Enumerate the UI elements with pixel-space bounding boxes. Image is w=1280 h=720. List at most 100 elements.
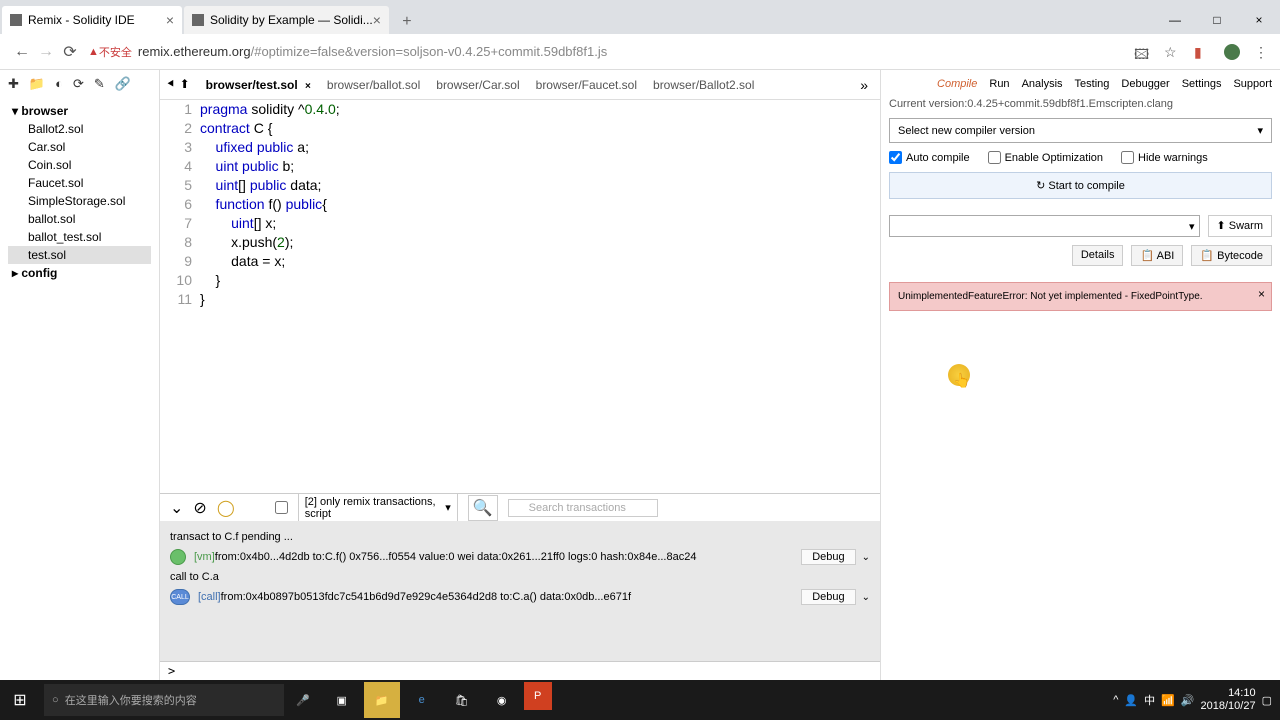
start-compile-button[interactable]: ↻ Start to compile [889, 172, 1272, 199]
close-icon[interactable]: × [373, 12, 381, 28]
tab-support[interactable]: Support [1233, 78, 1272, 90]
tab-settings[interactable]: Settings [1182, 78, 1222, 90]
file-tab[interactable]: browser/Car.sol [428, 74, 527, 96]
auto-compile-checkbox[interactable]: Auto compile [889, 151, 970, 164]
github-icon[interactable]: ◐ [55, 76, 63, 92]
transaction-row[interactable]: CALL [call] from:0x4b0897b0513fdc7c541b6… [170, 589, 870, 605]
tree-file[interactable]: Coin.sol [8, 156, 151, 174]
tree-file[interactable]: Faucet.sol [8, 174, 151, 192]
transaction-row[interactable]: [vm] from:0x4b0...4d2db to:C.f() 0x756..… [170, 549, 870, 565]
close-icon[interactable]: × [305, 81, 311, 92]
compile-error[interactable]: UnimplementedFeatureError: Not yet imple… [889, 282, 1272, 311]
edge-icon[interactable]: e [404, 682, 440, 718]
tree-file[interactable]: ballot.sol [8, 210, 151, 228]
hide-warnings-checkbox[interactable]: Hide warnings [1121, 151, 1208, 164]
tree-file[interactable]: test.sol [8, 246, 151, 264]
compiler-select[interactable]: Select new compiler version▾ [889, 118, 1272, 143]
file-tab[interactable]: browser/Ballot2.sol [645, 74, 762, 96]
star-icon[interactable]: ☆ [1164, 44, 1180, 60]
publish-icon[interactable]: ⬆ [180, 77, 190, 92]
notifications-icon[interactable]: ▢ [1262, 694, 1272, 707]
browser-tab-docs[interactable]: Solidity by Example — Solidi... × [184, 6, 389, 34]
swarm-button[interactable]: ⬆ Swarm [1208, 215, 1273, 237]
file-explorer: ✚ 📁 ◐ ⟳ ✎ 🔗 ▾ browser Ballot2.sol Car.so… [0, 70, 160, 680]
browser-tab-remix[interactable]: Remix - Solidity IDE × [2, 6, 182, 34]
maximize-button[interactable]: □ [1196, 6, 1238, 34]
link-icon[interactable]: 🔗 [115, 76, 131, 92]
favicon-icon [192, 14, 204, 26]
explorer-icon[interactable]: 📁 [364, 682, 400, 718]
code-editor[interactable]: 1234567891011 pragma solidity ^0.4.0; co… [160, 100, 880, 493]
reload-button[interactable]: ⟳ [58, 42, 82, 62]
tray-up-icon[interactable]: ^ [1113, 694, 1118, 706]
tab-analysis[interactable]: Analysis [1022, 78, 1063, 90]
people-icon[interactable]: 👤 [1124, 694, 1138, 707]
listen-checkbox[interactable] [275, 501, 288, 514]
tree-folder-browser[interactable]: ▾ browser [8, 102, 151, 120]
new-tab-button[interactable]: + [395, 10, 419, 34]
debug-button[interactable]: Debug [801, 549, 855, 565]
file-tab-test[interactable]: browser/test.sol × [198, 74, 319, 96]
volume-icon[interactable]: 🔊 [1181, 694, 1195, 707]
ime-icon[interactable]: 中 [1144, 692, 1155, 708]
minimize-button[interactable]: — [1154, 6, 1196, 34]
forward-button[interactable]: → [34, 43, 58, 61]
collapse-left-icon[interactable]: ⯇ [166, 77, 176, 92]
folder-icon[interactable]: 📁 [29, 76, 45, 92]
abi-button[interactable]: 📋 ABI [1131, 245, 1183, 266]
close-icon[interactable]: × [166, 12, 174, 28]
file-tab[interactable]: browser/Faucet.sol [528, 74, 645, 96]
refresh-icon[interactable]: ⟳ [73, 76, 84, 92]
close-icon[interactable]: × [1258, 287, 1265, 301]
tab-run[interactable]: Run [989, 78, 1009, 90]
contract-select[interactable]: ▾ [889, 215, 1200, 237]
tab-overflow-icon[interactable]: » [854, 77, 874, 93]
details-button[interactable]: Details [1072, 245, 1124, 266]
store-icon[interactable]: 🛍 [444, 682, 480, 718]
clock[interactable]: 14:10 2018/10/27 [1201, 687, 1256, 713]
windows-search[interactable]: ○ 在这里输入你要搜索的内容 [44, 684, 284, 716]
terminal-prompt[interactable]: > [160, 661, 880, 680]
search-icon[interactable]: 🔍 [468, 495, 498, 521]
chrome-icon[interactable]: ◉ [484, 682, 520, 718]
address-bar: ← → ⟳ ▲ 不安全 remix.ethereum.org/#optimize… [0, 34, 1280, 70]
tab-compile[interactable]: Compile [937, 78, 977, 90]
compiler-version: Current version:0.4.25+commit.59dbf8f1.E… [889, 98, 1272, 110]
task-view-icon[interactable]: ▣ [324, 682, 360, 718]
gist-icon[interactable]: ✎ [94, 76, 105, 92]
mic-icon[interactable]: 🎤 [288, 694, 318, 707]
search-transactions-input[interactable]: Search transactions [508, 499, 658, 517]
tree-folder-config[interactable]: ▸ config [8, 264, 151, 282]
panel-tabs: Compile Run Analysis Testing Debugger Se… [889, 78, 1272, 90]
tree-file[interactable]: SimpleStorage.sol [8, 192, 151, 210]
back-button[interactable]: ← [10, 43, 34, 61]
url-field[interactable]: remix.ethereum.org/#optimize=false&versi… [138, 44, 1134, 59]
chevron-down-icon[interactable]: ⌄ [170, 498, 183, 518]
tree-file[interactable]: ballot_test.sol [8, 228, 151, 246]
tab-debugger[interactable]: Debugger [1121, 78, 1169, 90]
wifi-icon[interactable]: 📶 [1161, 694, 1175, 707]
filter-dropdown[interactable]: [2] only remix transactions, script▾ [298, 493, 458, 523]
start-button[interactable]: ⊞ [0, 680, 40, 720]
tree-file[interactable]: Ballot2.sol [8, 120, 151, 138]
plus-icon[interactable]: ✚ [8, 76, 19, 92]
debug-button[interactable]: Debug [801, 589, 855, 605]
powerpoint-icon[interactable]: P [524, 682, 552, 710]
bytecode-button[interactable]: 📋 Bytecode [1191, 245, 1272, 266]
menu-icon[interactable]: ⋮ [1254, 44, 1270, 60]
chevron-down-icon[interactable]: ⌄ [862, 552, 870, 563]
user-avatar[interactable] [1224, 44, 1240, 60]
file-tab[interactable]: browser/ballot.sol [319, 74, 428, 96]
pending-icon[interactable]: ◯ [217, 498, 235, 518]
close-window-button[interactable]: × [1238, 6, 1280, 34]
tab-testing[interactable]: Testing [1075, 78, 1110, 90]
tree-file[interactable]: Car.sol [8, 138, 151, 156]
extension-icon[interactable]: ▮ [1194, 44, 1210, 60]
chevron-down-icon[interactable]: ⌄ [862, 592, 870, 603]
clear-icon[interactable]: ⊘ [193, 498, 206, 518]
translate-icon[interactable]: 🖾 [1134, 44, 1150, 60]
optimization-checkbox[interactable]: Enable Optimization [988, 151, 1103, 164]
call-icon: CALL [170, 589, 190, 605]
security-badge[interactable]: ▲ 不安全 [88, 44, 132, 60]
terminal-output[interactable]: transact to C.f pending ... [vm] from:0x… [160, 521, 880, 661]
